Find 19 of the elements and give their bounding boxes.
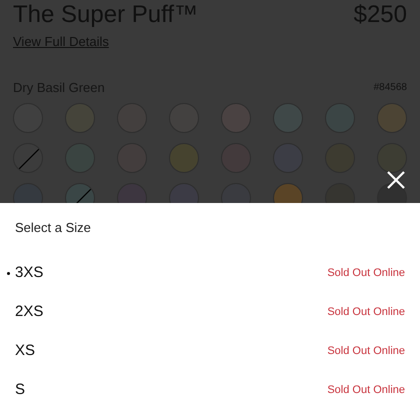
close-icon[interactable] — [386, 170, 406, 190]
stock-status: Sold Out Online — [327, 344, 405, 359]
color-swatch[interactable] — [273, 102, 303, 132]
color-swatch[interactable] — [273, 142, 303, 172]
color-swatch[interactable] — [13, 142, 43, 172]
size-option[interactable]: 2XS — [15, 300, 44, 324]
stock-status: Sold Out Online — [327, 266, 405, 281]
color-swatch[interactable] — [325, 102, 355, 132]
size-option[interactable]: XS — [15, 340, 36, 362]
color-swatch[interactable] — [65, 102, 95, 132]
stock-status: Sold Out Online — [327, 304, 405, 320]
size-option[interactable]: 3XS — [15, 262, 44, 284]
color-swatch[interactable] — [169, 142, 199, 172]
sheet-title: Select a Size — [15, 220, 92, 236]
stock-status: Sold Out Online — [327, 382, 405, 398]
color-swatch[interactable] — [377, 102, 407, 132]
color-swatch[interactable] — [377, 142, 407, 172]
color-swatch[interactable] — [221, 102, 251, 132]
size-option[interactable]: S — [15, 378, 26, 402]
